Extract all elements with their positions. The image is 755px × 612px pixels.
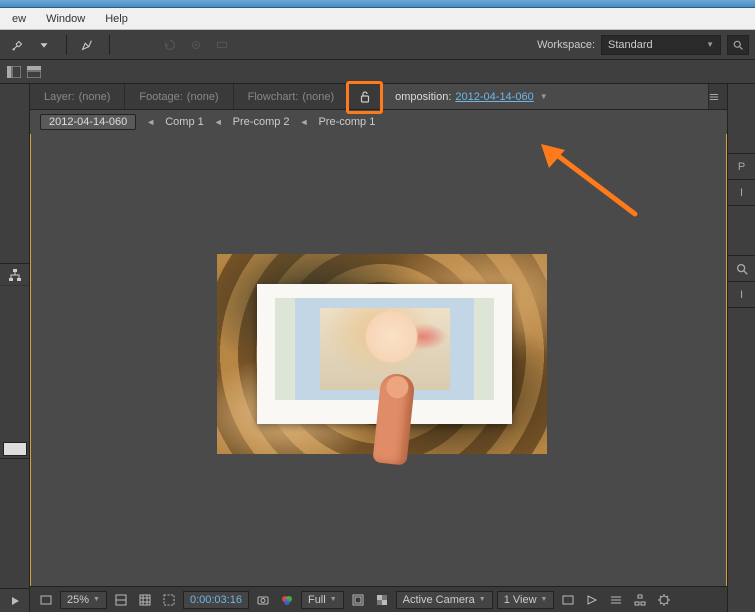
always-preview-icon[interactable]	[36, 591, 56, 609]
workspace-label: Workspace:	[537, 39, 595, 51]
collapsed-panel-spacer	[728, 206, 755, 256]
chevron-down-icon: ▼	[541, 596, 548, 603]
breadcrumb-precomp2[interactable]: Pre-comp 2	[233, 116, 290, 128]
search-icon	[735, 262, 749, 276]
view-layout-select[interactable]: 1 View ▼	[497, 591, 555, 609]
tab-composition-prefix: omposition:	[395, 91, 451, 103]
snap-tool-icon	[210, 33, 234, 57]
breadcrumb-root[interactable]: 2012-04-14-060	[40, 114, 136, 130]
menu-help[interactable]: Help	[95, 11, 138, 27]
tab-flowchart-prefix: Flowchart:	[248, 91, 299, 103]
tab-footage-prefix: Footage:	[139, 91, 182, 103]
camera-value: Active Camera	[403, 594, 475, 606]
arrange-stack-icon[interactable]	[24, 64, 44, 80]
roi-icon[interactable]	[348, 591, 368, 609]
resolution-value: Full	[308, 594, 326, 606]
lock-icon	[358, 90, 372, 104]
left-panel-filler	[0, 286, 29, 440]
pixel-aspect-icon[interactable]	[558, 591, 578, 609]
collapsed-timeline-panel[interactable]	[0, 458, 29, 588]
preview-frame-left	[275, 298, 295, 400]
annotation-arrow-icon	[535, 142, 645, 222]
chevron-down-icon: ▼	[93, 596, 100, 603]
breadcrumb-chevron-icon: ◄	[210, 117, 227, 127]
fast-previews-icon[interactable]	[582, 591, 602, 609]
tab-layer-value: (none)	[79, 91, 111, 103]
right-panel-dock: P I I	[727, 84, 755, 612]
workspace-select[interactable]: Standard ▼	[601, 35, 721, 55]
show-channel-icon[interactable]	[111, 591, 131, 609]
tab-footage[interactable]: Footage: (none)	[125, 84, 233, 109]
left-panel-dock	[0, 84, 30, 612]
mask-toggle-icon[interactable]	[159, 591, 179, 609]
toolbar: Workspace: Standard ▼	[0, 30, 755, 60]
tab-layer-prefix: Layer:	[44, 91, 75, 103]
zoom-select[interactable]: 25% ▼	[60, 591, 107, 609]
menu-bar: ew Window Help	[0, 8, 755, 30]
breadcrumb-chevron-icon: ◄	[296, 117, 313, 127]
grid-guides-icon[interactable]	[135, 591, 155, 609]
window-titlebar	[0, 0, 755, 8]
tab-layer[interactable]: Layer: (none)	[30, 84, 125, 109]
collapsed-panel-info[interactable]: I	[728, 180, 755, 206]
tab-footage-value: (none)	[187, 91, 219, 103]
flowchart-mini-icon[interactable]	[0, 264, 29, 286]
menu-view[interactable]: ew	[2, 11, 36, 27]
chevron-down-icon: ▼	[479, 596, 486, 603]
chevron-down-icon: ▼	[330, 596, 337, 603]
comp-flowchart-icon[interactable]	[630, 591, 650, 609]
anchor-tool-icon	[184, 33, 208, 57]
toolbar-separator	[66, 35, 67, 55]
chevron-down-icon: ▼	[706, 40, 714, 49]
viewer-panel: Layer: (none) Footage: (none) Flowchart:…	[30, 84, 727, 612]
resolution-select[interactable]: Full ▼	[301, 591, 344, 609]
main-area: Layer: (none) Footage: (none) Flowchart:…	[0, 84, 755, 612]
color-management-icon[interactable]	[277, 591, 297, 609]
collapsed-panel-effects[interactable]	[728, 256, 755, 282]
toolbar-separator	[109, 35, 110, 55]
tab-flowchart-value: (none)	[302, 91, 334, 103]
zoom-value: 25%	[67, 594, 89, 606]
collapsed-panel-item[interactable]: I	[728, 282, 755, 308]
play-button[interactable]	[0, 588, 29, 612]
composition-viewer[interactable]	[30, 134, 727, 586]
panel-menu-icon[interactable]	[709, 91, 727, 103]
composition-preview-image	[217, 254, 547, 454]
tab-composition-value[interactable]: 2012-04-14-060	[455, 91, 533, 103]
viewer-statusbar: 25% ▼ 0:00:03:16 Full ▼	[30, 586, 727, 612]
timecode-field[interactable]: 0:00:03:16	[183, 591, 249, 609]
breadcrumb-comp1[interactable]: Comp 1	[165, 116, 204, 128]
preview-frame-right	[474, 298, 494, 400]
breadcrumb-precomp1[interactable]: Pre-comp 1	[318, 116, 375, 128]
tool-dropdown-icon[interactable]	[32, 33, 56, 57]
pen-tool-icon[interactable]	[75, 33, 99, 57]
collapsed-panel-tab[interactable]	[3, 442, 27, 456]
collapsed-panel-preview[interactable]: P	[728, 154, 755, 180]
transparency-grid-icon[interactable]	[372, 591, 392, 609]
chevron-down-icon[interactable]: ▼	[540, 92, 548, 101]
sub-toolbar	[0, 60, 755, 84]
camera-select[interactable]: Active Camera ▼	[396, 591, 493, 609]
collapsed-panel-spacer	[728, 84, 755, 154]
tab-composition[interactable]: omposition: 2012-04-14-060 ▼	[381, 84, 709, 109]
exposure-reset-icon[interactable]	[654, 591, 674, 609]
viewer-tabs: Layer: (none) Footage: (none) Flowchart:…	[30, 84, 727, 110]
timecode-value: 0:00:03:16	[190, 594, 242, 606]
composition-breadcrumb: 2012-04-14-060 ◄ Comp 1 ◄ Pre-comp 2 ◄ P…	[30, 110, 727, 134]
tab-flowchart[interactable]: Flowchart: (none)	[234, 84, 350, 109]
collapsed-project-panel[interactable]	[0, 84, 29, 264]
search-help-button[interactable]	[727, 35, 749, 55]
timeline-icon[interactable]	[606, 591, 626, 609]
breadcrumb-chevron-icon: ◄	[142, 117, 159, 127]
arrange-left-icon[interactable]	[4, 64, 24, 80]
menu-window[interactable]: Window	[36, 11, 95, 27]
rotate-tool-icon	[158, 33, 182, 57]
puppet-pin-tool-icon[interactable]	[6, 33, 30, 57]
workspace-value: Standard	[608, 39, 653, 51]
snapshot-icon[interactable]	[253, 591, 273, 609]
toggle-viewer-lock-button[interactable]	[349, 84, 381, 109]
view-layout-value: 1 View	[504, 594, 537, 606]
